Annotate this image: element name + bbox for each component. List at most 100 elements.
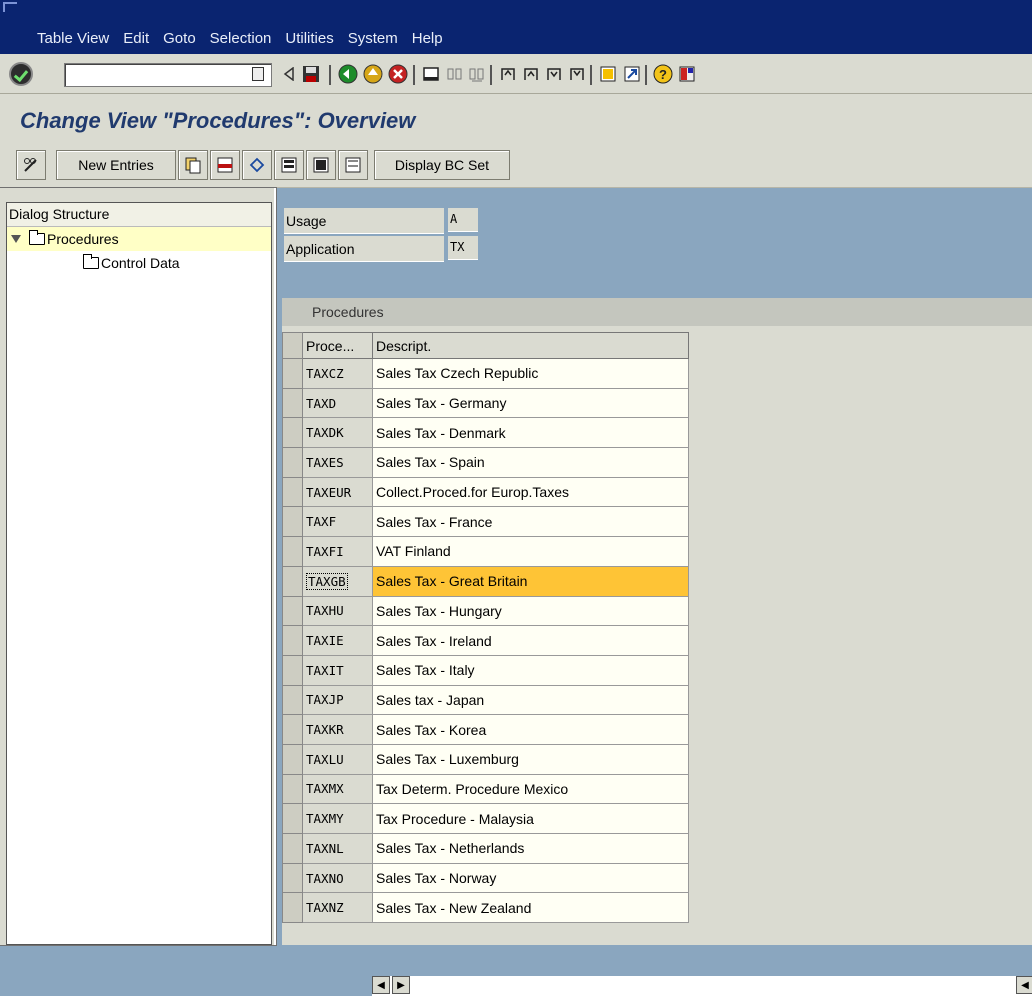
delete-button[interactable] [210, 150, 240, 180]
description-cell[interactable]: Sales Tax - Hungary [372, 595, 689, 627]
procedure-code-cell[interactable]: TAXIT [302, 654, 373, 686]
description-cell[interactable]: Sales Tax - New Zealand [372, 892, 689, 924]
display-bc-set-button[interactable]: Display BC Set [374, 150, 510, 180]
row-selector[interactable] [282, 773, 303, 805]
description-cell[interactable]: Sales Tax - Denmark [372, 417, 689, 449]
row-selector[interactable] [282, 833, 303, 864]
procedure-code-cell[interactable]: TAXMX [302, 773, 373, 805]
table-row[interactable]: TAXMX Tax Determ. Procedure Mexico [282, 773, 689, 805]
column-header-description[interactable]: Descript. [372, 332, 689, 359]
description-cell[interactable]: Collect.Proced.for Europ.Taxes [372, 476, 689, 508]
create-session-icon[interactable] [597, 63, 619, 85]
expand-caret-icon[interactable] [11, 235, 21, 243]
procedure-code-cell[interactable]: TAXNZ [302, 892, 373, 924]
row-selector[interactable] [282, 714, 303, 745]
table-row[interactable]: TAXEUR Collect.Proced.for Europ.Taxes [282, 476, 689, 508]
row-selector[interactable] [282, 565, 303, 597]
last-page-icon[interactable] [566, 63, 588, 85]
column-header-procedure[interactable]: Proce... [302, 332, 373, 359]
scroll-left-icon[interactable]: ◀ [372, 976, 390, 994]
procedure-code-cell[interactable]: TAXKR [302, 714, 373, 745]
row-selector[interactable] [282, 447, 303, 478]
row-selector[interactable] [282, 892, 303, 924]
horizontal-scrollbar[interactable]: ◀ ▶ ◀ [372, 976, 1032, 996]
row-selector[interactable] [282, 625, 303, 656]
description-cell[interactable]: Sales Tax - Norway [372, 862, 689, 894]
print-icon[interactable] [420, 63, 442, 85]
row-selector[interactable] [282, 417, 303, 449]
row-selector[interactable] [282, 506, 303, 538]
table-row[interactable]: TAXNO Sales Tax - Norway [282, 862, 689, 894]
row-selector[interactable] [282, 862, 303, 894]
description-cell[interactable]: Tax Procedure - Malaysia [372, 803, 689, 834]
procedure-code-cell[interactable]: TAXD [302, 387, 373, 419]
description-cell[interactable]: Sales Tax - Ireland [372, 625, 689, 656]
table-row[interactable]: TAXJP Sales tax - Japan [282, 684, 689, 716]
procedure-code-cell[interactable]: TAXLU [302, 743, 373, 775]
table-row[interactable]: TAXHU Sales Tax - Hungary [282, 595, 689, 627]
find-icon[interactable] [444, 63, 466, 85]
description-cell[interactable]: Sales Tax - Germany [372, 387, 689, 419]
next-page-icon[interactable] [543, 63, 565, 85]
description-cell[interactable]: Sales Tax - Luxemburg [372, 743, 689, 775]
description-cell[interactable]: Sales Tax - Korea [372, 714, 689, 745]
table-row[interactable]: TAXFI VAT Finland [282, 536, 689, 567]
help-icon[interactable]: ? [652, 63, 674, 85]
menu-help[interactable]: Help [412, 30, 443, 47]
menu-edit[interactable]: Edit [123, 30, 149, 47]
copy-as-button[interactable] [178, 150, 208, 180]
table-row[interactable]: TAXD Sales Tax - Germany [282, 387, 689, 419]
description-cell[interactable]: Sales Tax - Spain [372, 447, 689, 478]
command-field[interactable] [64, 63, 272, 87]
row-selector[interactable] [282, 684, 303, 716]
row-selector[interactable] [282, 387, 303, 419]
procedure-code-cell[interactable]: TAXIE [302, 625, 373, 656]
description-cell[interactable]: Sales Tax - France [372, 506, 689, 538]
procedure-code-cell[interactable]: TAXCZ [302, 358, 373, 389]
table-row[interactable]: TAXIT Sales Tax - Italy [282, 654, 689, 686]
select-all-column-button[interactable] [282, 332, 303, 359]
previous-page-icon[interactable] [520, 63, 542, 85]
cancel-icon[interactable] [387, 63, 409, 85]
description-cell[interactable]: Sales Tax Czech Republic [372, 358, 689, 389]
table-row[interactable]: TAXCZ Sales Tax Czech Republic [282, 358, 689, 389]
row-selector[interactable] [282, 743, 303, 775]
tree-item-procedures[interactable]: Procedures [7, 227, 271, 251]
save-icon[interactable] [300, 63, 322, 85]
layout-menu-icon[interactable] [676, 63, 698, 85]
description-cell[interactable]: Sales Tax - Netherlands [372, 833, 689, 864]
enter-check-icon[interactable] [9, 62, 33, 86]
table-row[interactable]: TAXES Sales Tax - Spain [282, 447, 689, 478]
shortcut-icon[interactable] [621, 63, 643, 85]
table-row[interactable]: TAXLU Sales Tax - Luxemburg [282, 743, 689, 775]
procedure-code-cell[interactable]: TAXMY [302, 803, 373, 834]
tree-item-control-data[interactable]: Control Data [7, 251, 271, 275]
display-change-button[interactable] [16, 150, 46, 180]
select-all-button[interactable] [274, 150, 304, 180]
menu-system[interactable]: System [348, 30, 398, 47]
procedure-code-cell[interactable]: TAXNL [302, 833, 373, 864]
row-selector[interactable] [282, 358, 303, 389]
find-next-icon[interactable] [466, 63, 488, 85]
description-cell[interactable]: Sales tax - Japan [372, 684, 689, 716]
deselect-all-button[interactable] [338, 150, 368, 180]
table-row[interactable]: TAXNZ Sales Tax - New Zealand [282, 892, 689, 924]
row-selector[interactable] [282, 536, 303, 567]
table-row[interactable]: TAXKR Sales Tax - Korea [282, 714, 689, 745]
description-cell[interactable]: VAT Finland [372, 536, 689, 567]
exit-icon[interactable] [362, 63, 384, 85]
select-block-button[interactable] [306, 150, 336, 180]
row-selector[interactable] [282, 476, 303, 508]
procedure-code-cell[interactable]: TAXFI [302, 536, 373, 567]
menu-table-view[interactable]: Table View [37, 30, 109, 47]
procedure-code-cell[interactable]: TAXF [302, 506, 373, 538]
first-page-icon[interactable] [497, 63, 519, 85]
sap-corner-icon[interactable] [3, 2, 17, 12]
undo-change-button[interactable] [242, 150, 272, 180]
new-entries-button[interactable]: New Entries [56, 150, 176, 180]
arrow-left-icon[interactable] [278, 63, 300, 85]
table-row[interactable]: TAXGB Sales Tax - Great Britain [282, 565, 689, 597]
menu-selection[interactable]: Selection [210, 30, 272, 47]
procedure-code-cell[interactable]: TAXES [302, 447, 373, 478]
procedure-code-cell[interactable]: TAXHU [302, 595, 373, 627]
